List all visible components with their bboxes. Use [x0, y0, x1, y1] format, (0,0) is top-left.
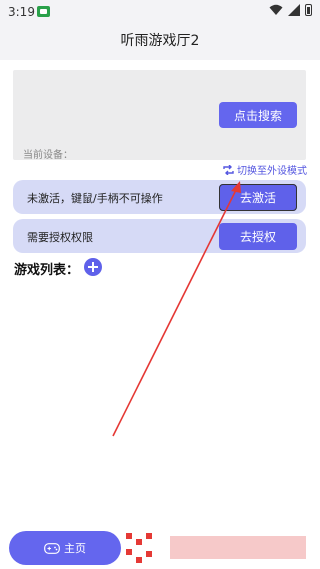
switch-mode-link[interactable]: 切换至外设模式 [223, 162, 307, 177]
device-panel: 点击搜索 当前设备： [13, 70, 306, 161]
nav-home-button[interactable]: 主页 [9, 531, 121, 565]
switch-icon [223, 164, 234, 175]
game-list-heading: 游戏列表： [14, 263, 80, 278]
page-title: 听雨游戏厅2 [120, 33, 200, 49]
bottom-nav: 主页 [0, 526, 320, 569]
status-time: 3:19 [8, 5, 35, 19]
main-panel: 点击搜索 当前设备： 切换至外设模式 未激活，键鼠/手柄不可操作 去激活 需要授… [0, 60, 320, 526]
app-header: 听雨游戏厅2 [0, 24, 320, 58]
activation-row: 未激活，键鼠/手柄不可操作 去激活 [13, 180, 306, 214]
activation-status-text: 未激活，键鼠/手柄不可操作 [27, 192, 163, 205]
switch-mode-label: 切换至外设模式 [237, 166, 307, 177]
current-device-label: 当前设备： [23, 150, 73, 161]
authorize-button[interactable]: 去授权 [219, 223, 297, 250]
nav-home-label: 主页 [64, 542, 86, 555]
activate-button[interactable]: 去激活 [219, 184, 297, 211]
status-bar: 3:19 [0, 0, 320, 24]
gallery-notification-icon [37, 6, 50, 17]
search-button[interactable]: 点击搜索 [219, 102, 297, 128]
battery-icon [305, 4, 312, 16]
gamepad-icon [44, 542, 60, 554]
add-game-button[interactable] [84, 258, 102, 276]
authorization-row: 需要授权权限 去授权 [13, 219, 306, 253]
status-icons [269, 4, 312, 16]
wifi-icon [269, 4, 283, 15]
watermark-logo [122, 527, 312, 569]
signal-icon [288, 4, 300, 16]
authorization-status-text: 需要授权权限 [27, 231, 93, 244]
